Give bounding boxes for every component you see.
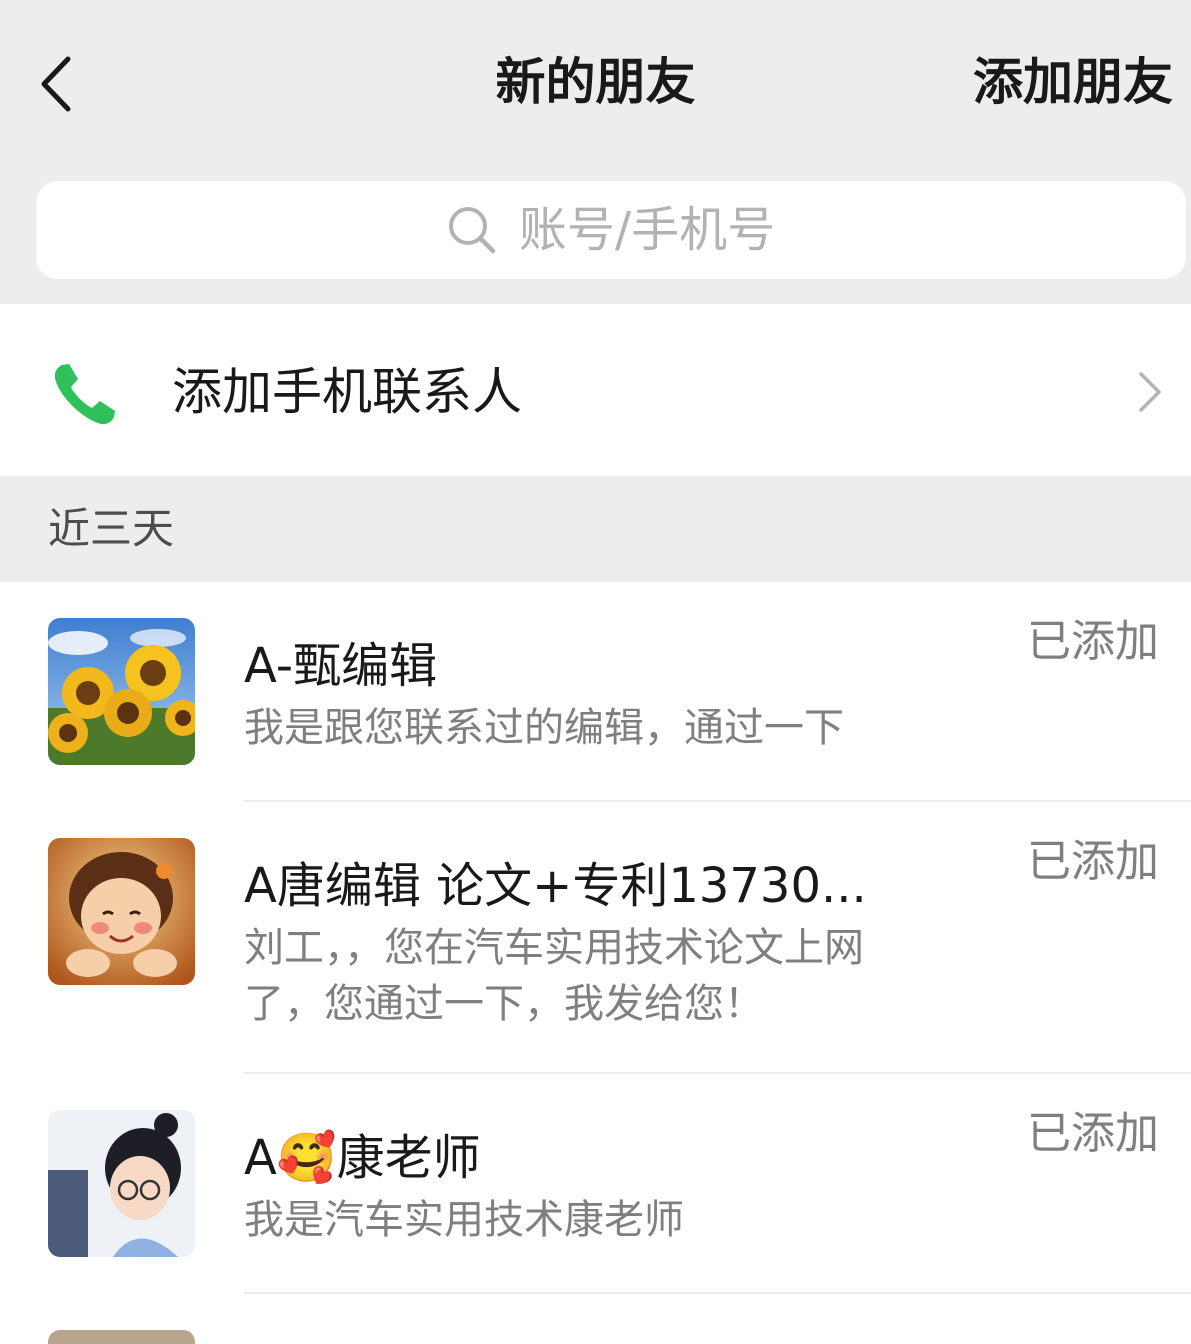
- friend-request-item[interactable]: A🥰康老师 我是汽车实用技术康老师 已添加: [0, 1074, 1191, 1294]
- added-status: 已添加: [1027, 1108, 1159, 1159]
- added-status: 已添加: [1027, 836, 1159, 887]
- sunflower-avatar: [48, 618, 195, 765]
- add-phone-contacts-label: 添加手机联系人: [172, 363, 522, 421]
- search-input[interactable]: 账号/手机号: [36, 181, 1186, 279]
- cartoon-girl-avatar: [48, 838, 195, 985]
- friend-request-item[interactable]: A-甄编辑 我是跟您联系过的编辑，通过一下 已添加: [0, 582, 1191, 802]
- search-placeholder: 账号/手机号: [518, 202, 776, 258]
- friend-message: 刘工，，您在汽车实用技术论文上网了，您通过一下，我发给您！: [244, 925, 864, 1027]
- added-status: 已添加: [1027, 616, 1159, 667]
- friend-name: A唐编辑 论文+专利13730...: [244, 858, 867, 914]
- friend-message: 我是汽车实用技术康老师: [244, 1197, 684, 1243]
- divider: [244, 1292, 1191, 1294]
- chevron-right-icon: [1139, 372, 1161, 412]
- friend-name: A-甄编辑: [244, 638, 438, 694]
- add-phone-contacts-row[interactable]: 添加手机联系人: [0, 304, 1191, 476]
- top-bar: 新的朋友 添加朋友 账号/手机号: [0, 0, 1191, 304]
- new-friends-page: 新的朋友 添加朋友 账号/手机号 添加手机联系人 近三天 A-甄编辑 我是跟您联…: [0, 0, 1191, 1344]
- girl-laptop-avatar: [48, 1110, 195, 1257]
- friend-name: A🥰康老师: [244, 1130, 481, 1186]
- section-header: 近三天: [0, 476, 1191, 582]
- section-label: 近三天: [48, 504, 175, 553]
- friend-message: 我是跟您联系过的编辑，通过一下: [244, 705, 844, 751]
- back-button[interactable]: [28, 44, 98, 124]
- next-avatar-partial: [48, 1330, 195, 1344]
- search-icon: [448, 207, 496, 254]
- chevron-left-icon: [41, 56, 71, 112]
- add-friend-button[interactable]: 添加朋友: [973, 46, 1173, 118]
- friend-request-item[interactable]: A唐编辑 论文+专利13730... 刘工，，您在汽车实用技术论文上网了，您通过…: [0, 802, 1191, 1074]
- phone-icon: [54, 364, 115, 425]
